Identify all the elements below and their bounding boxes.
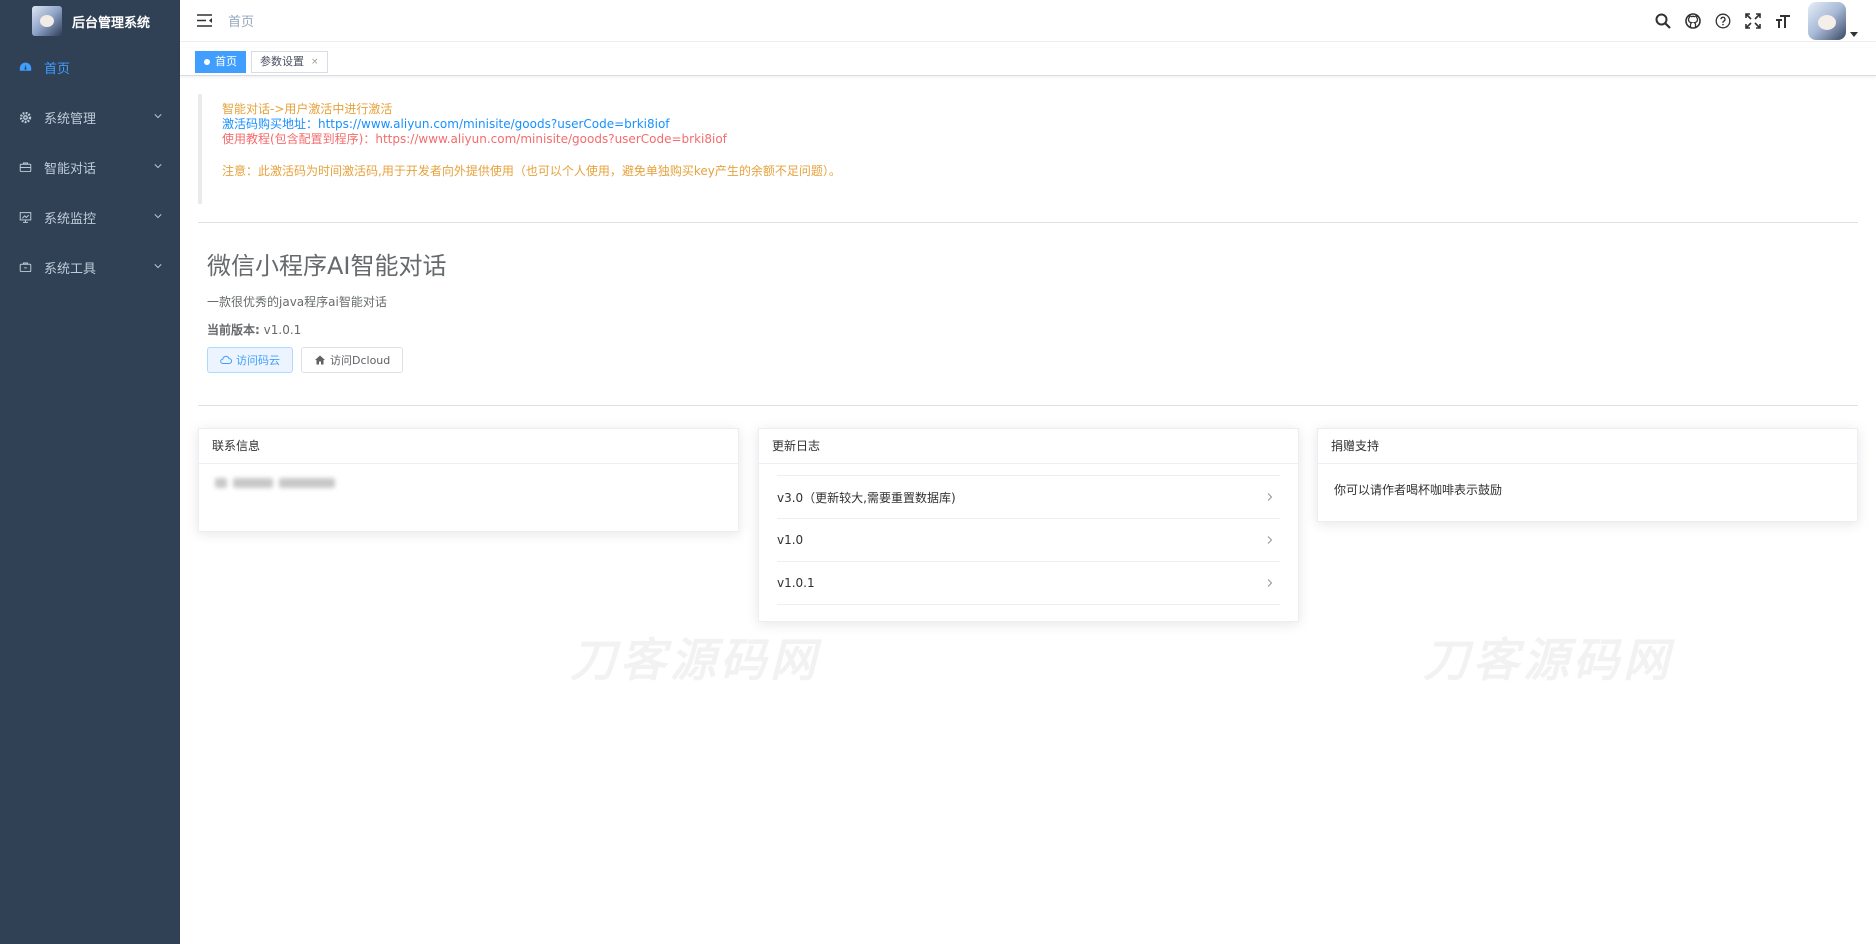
chevron-down-icon [154, 264, 162, 269]
version-text: 当前版本: v1.0.1 [207, 321, 447, 338]
button-label: 访问码云 [236, 354, 280, 367]
cloud-icon [220, 354, 232, 366]
chevron-right-icon [1267, 579, 1273, 587]
donate-text: 你可以请作者喝杯咖啡表示鼓励 [1334, 483, 1503, 497]
chevron-down-icon [154, 214, 162, 219]
navbar-tools [1648, 0, 1866, 42]
sidebar-item-tools[interactable]: 系统工具 [0, 242, 180, 292]
sidebar-menu: 首页 系统管理 智能对话 系统监控 系统工具 [0, 42, 180, 292]
changelog-item-label: v1.0 [777, 533, 804, 547]
sidebar-item-home[interactable]: 首页 [0, 42, 180, 92]
card-title: 更新日志 [759, 429, 1298, 464]
chevron-right-icon [1267, 536, 1273, 544]
fullscreen-icon[interactable] [1744, 12, 1762, 30]
hamburger-icon[interactable] [196, 13, 212, 29]
button-row: 访问码云 访问Dcloud [207, 347, 447, 373]
logo-image [32, 6, 62, 36]
avatar[interactable] [1808, 2, 1846, 40]
home-icon [314, 354, 326, 366]
notice-link[interactable]: 使用教程(包含配置到程序)：https://www.aliyun.com/min… [222, 132, 1858, 147]
watermark: 刀客源码网 [570, 633, 820, 687]
tag-params[interactable]: 参数设置 × [251, 50, 328, 73]
changelog-item-label: v3.0（更新较大,需要重置数据库) [777, 490, 956, 505]
tag-home[interactable]: 首页 [195, 50, 246, 73]
visit-gitee-button[interactable]: 访问码云 [207, 347, 293, 373]
blurred-contact-info [215, 478, 722, 488]
chevron-down-icon [154, 164, 162, 169]
version-label: 当前版本: [207, 323, 260, 337]
intro-description: 一款很优秀的java程序ai智能对话 [207, 295, 387, 309]
chevron-down-icon [154, 114, 162, 119]
card-body: v3.0（更新较大,需要重置数据库) v1.0 v1.0.1 [759, 464, 1298, 621]
app-title: 后台管理系统 [72, 15, 151, 31]
button-label: 访问Dcloud [330, 354, 391, 367]
visit-dcloud-button[interactable]: 访问Dcloud [301, 347, 404, 373]
intro-section: 微信小程序AI智能对话 一款很优秀的java程序ai智能对话 当前版本: v1.… [207, 246, 447, 373]
chevron-right-icon [1267, 493, 1273, 501]
main-content: 智能对话->用户激活中进行激活 激活码购买地址：https://www.aliy… [180, 76, 1876, 944]
gear-icon [18, 110, 32, 124]
notice-line: 智能对话->用户激活中进行激活 [222, 102, 393, 116]
card-title: 联系信息 [199, 429, 738, 464]
navbar: 首页 [180, 0, 1876, 42]
sidebar-item-label: 首页 [44, 61, 71, 77]
page-title: 微信小程序AI智能对话 [207, 252, 447, 280]
changelog-item-label: v1.0.1 [777, 576, 815, 590]
tag-label: 首页 [215, 54, 237, 68]
watermark: 刀客源码网 [1423, 633, 1673, 687]
notice-warning: 注意：此激活码为时间激活码,用于开发者向外提供使用（也可以个人使用，避免单独购买… [222, 164, 841, 178]
divider [198, 405, 1858, 406]
close-icon[interactable]: × [311, 52, 319, 72]
active-dot-icon [204, 58, 210, 65]
divider [198, 222, 1858, 223]
sidebar-item-system[interactable]: 系统管理 [0, 92, 180, 142]
monitor-icon [18, 210, 32, 224]
card-body: 你可以请作者喝杯咖啡表示鼓励 [1318, 464, 1857, 521]
search-icon[interactable] [1654, 12, 1672, 30]
contact-card: 联系信息 [198, 428, 739, 532]
notice-block: 智能对话->用户激活中进行激活 激活码购买地址：https://www.aliy… [198, 94, 1858, 204]
card-body [199, 464, 738, 531]
dashboard-icon [18, 60, 32, 74]
user-avatar-dropdown[interactable] [1808, 2, 1858, 40]
chat-icon [18, 160, 32, 174]
caret-down-icon [1850, 32, 1858, 37]
help-icon[interactable] [1714, 12, 1732, 30]
list-item[interactable]: v1.0 [777, 519, 1280, 562]
version-value: v1.0.1 [263, 323, 302, 337]
list-item[interactable]: v3.0（更新较大,需要重置数据库) [777, 476, 1280, 519]
github-icon[interactable] [1684, 12, 1702, 30]
tags-view: 首页 参数设置 × [180, 48, 1876, 76]
sidebar-item-chat[interactable]: 智能对话 [0, 142, 180, 192]
notice-link[interactable]: 激活码购买地址：https://www.aliyun.com/minisite/… [222, 117, 1858, 132]
changelog-card: 更新日志 v3.0（更新较大,需要重置数据库) v1.0 v1.0.1 [758, 428, 1299, 622]
donate-card: 捐赠支持 你可以请作者喝杯咖啡表示鼓励 [1317, 428, 1858, 522]
sidebar-logo[interactable]: 后台管理系统 [0, 0, 180, 42]
font-size-icon[interactable] [1774, 12, 1792, 30]
sidebar-item-monitor[interactable]: 系统监控 [0, 192, 180, 242]
sidebar: 后台管理系统 首页 系统管理 智能对话 系统监控 系统工具 [0, 0, 180, 944]
card-title: 捐赠支持 [1318, 429, 1857, 464]
list-item[interactable]: v1.0.1 [777, 562, 1280, 605]
tag-label: 参数设置 [260, 54, 304, 68]
tool-icon [18, 260, 32, 274]
changelog-list: v3.0（更新较大,需要重置数据库) v1.0 v1.0.1 [777, 475, 1280, 605]
breadcrumb: 首页 [228, 15, 255, 30]
